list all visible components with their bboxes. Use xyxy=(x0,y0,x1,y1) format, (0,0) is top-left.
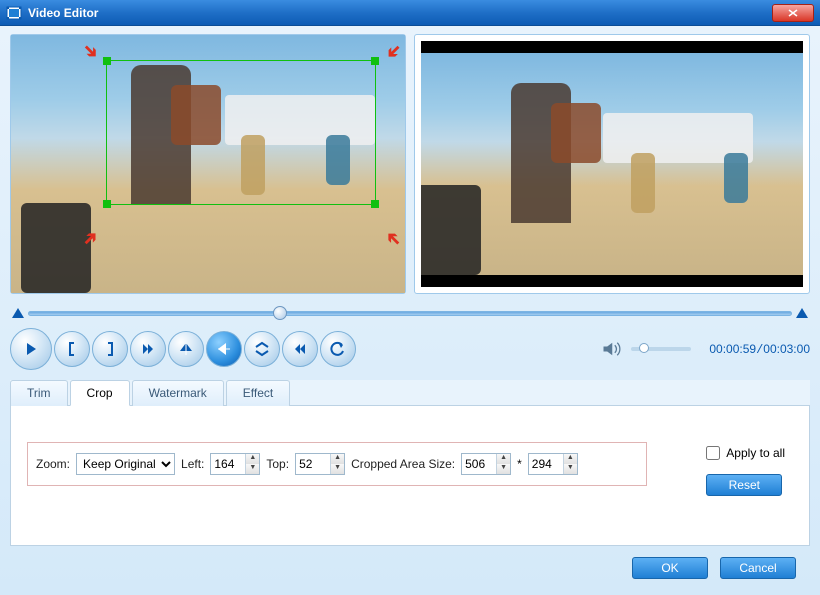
top-spinner[interactable]: ▲▼ xyxy=(295,453,345,475)
spin-down-icon[interactable]: ▼ xyxy=(331,464,344,474)
title-bar: Video Editor xyxy=(0,0,820,26)
crop-handle-tl[interactable] xyxy=(103,57,111,65)
spin-up-icon[interactable]: ▲ xyxy=(497,454,510,464)
volume-icon[interactable] xyxy=(601,339,621,359)
zoom-label: Zoom: xyxy=(36,457,70,471)
size-separator: * xyxy=(517,457,522,471)
left-spinner[interactable]: ▲▼ xyxy=(210,453,260,475)
next-frame-button[interactable] xyxy=(130,331,166,367)
bracket-open-button[interactable] xyxy=(54,331,90,367)
apply-all-input[interactable] xyxy=(706,446,720,460)
tab-watermark[interactable]: Watermark xyxy=(132,380,224,406)
width-spinner[interactable]: ▲▼ xyxy=(461,453,511,475)
source-preview[interactable]: ➔ ➔ ➔ ➔ xyxy=(10,34,406,294)
top-label: Top: xyxy=(266,457,289,471)
crop-panel: Zoom: Keep Original Left: ▲▼ Top: ▲▼ Cro… xyxy=(10,406,810,546)
reset-button[interactable]: Reset xyxy=(706,474,782,496)
app-icon xyxy=(6,5,22,21)
area-label: Cropped Area Size: xyxy=(351,457,455,471)
spin-down-icon[interactable]: ▼ xyxy=(246,464,259,474)
crop-handle-bl[interactable] xyxy=(103,200,111,208)
timeline[interactable] xyxy=(12,304,808,322)
spin-up-icon[interactable]: ▲ xyxy=(246,454,259,464)
height-input[interactable] xyxy=(529,457,563,471)
spin-down-icon[interactable]: ▼ xyxy=(564,464,577,474)
time-display: 00:00:59/00:03:00 xyxy=(709,342,810,357)
crop-handle-tr[interactable] xyxy=(371,57,379,65)
preview-row: ➔ ➔ ➔ ➔ xyxy=(10,34,810,294)
volume-thumb[interactable] xyxy=(639,343,649,353)
window-title: Video Editor xyxy=(28,6,772,20)
rotate-button[interactable] xyxy=(244,331,280,367)
flip-vertical-button[interactable] xyxy=(206,331,242,367)
playback-controls: 00:00:59/00:03:00 xyxy=(10,328,810,370)
tab-crop[interactable]: Crop xyxy=(70,380,130,406)
tab-bar: Trim Crop Watermark Effect xyxy=(10,380,810,406)
output-preview xyxy=(414,34,810,294)
cancel-button[interactable]: Cancel xyxy=(720,557,796,579)
flip-horizontal-button[interactable] xyxy=(168,331,204,367)
height-spinner[interactable]: ▲▼ xyxy=(528,453,578,475)
left-label: Left: xyxy=(181,457,204,471)
close-button[interactable] xyxy=(772,4,814,22)
left-input[interactable] xyxy=(211,457,245,471)
spin-down-icon[interactable]: ▼ xyxy=(497,464,510,474)
timeline-thumb[interactable] xyxy=(273,306,287,320)
timeline-start-marker[interactable] xyxy=(12,308,24,318)
undo-button[interactable] xyxy=(320,331,356,367)
volume-slider[interactable] xyxy=(631,347,691,351)
play-button[interactable] xyxy=(10,328,52,370)
bracket-close-button[interactable] xyxy=(92,331,128,367)
crop-handle-br[interactable] xyxy=(371,200,379,208)
skip-back-button[interactable] xyxy=(282,331,318,367)
zoom-select[interactable]: Keep Original xyxy=(76,453,175,475)
ok-button[interactable]: OK xyxy=(632,557,708,579)
tab-effect[interactable]: Effect xyxy=(226,380,290,406)
timeline-end-marker[interactable] xyxy=(796,308,808,318)
tab-trim[interactable]: Trim xyxy=(10,380,68,406)
dialog-buttons: OK Cancel xyxy=(632,557,796,579)
crop-rectangle[interactable] xyxy=(106,60,376,205)
width-input[interactable] xyxy=(462,457,496,471)
spin-up-icon[interactable]: ▲ xyxy=(331,454,344,464)
timeline-track[interactable] xyxy=(28,311,792,316)
arrow-icon: ➔ xyxy=(78,39,104,65)
top-input[interactable] xyxy=(296,457,330,471)
crop-controls-group: Zoom: Keep Original Left: ▲▼ Top: ▲▼ Cro… xyxy=(27,442,647,486)
apply-all-label: Apply to all xyxy=(726,446,785,460)
arrow-icon: ➔ xyxy=(381,226,407,252)
close-icon xyxy=(788,9,798,17)
spin-up-icon[interactable]: ▲ xyxy=(564,454,577,464)
apply-all-checkbox[interactable]: Apply to all xyxy=(706,446,785,460)
arrow-icon: ➔ xyxy=(381,39,407,65)
window-body: ➔ ➔ ➔ ➔ xyxy=(0,26,820,595)
